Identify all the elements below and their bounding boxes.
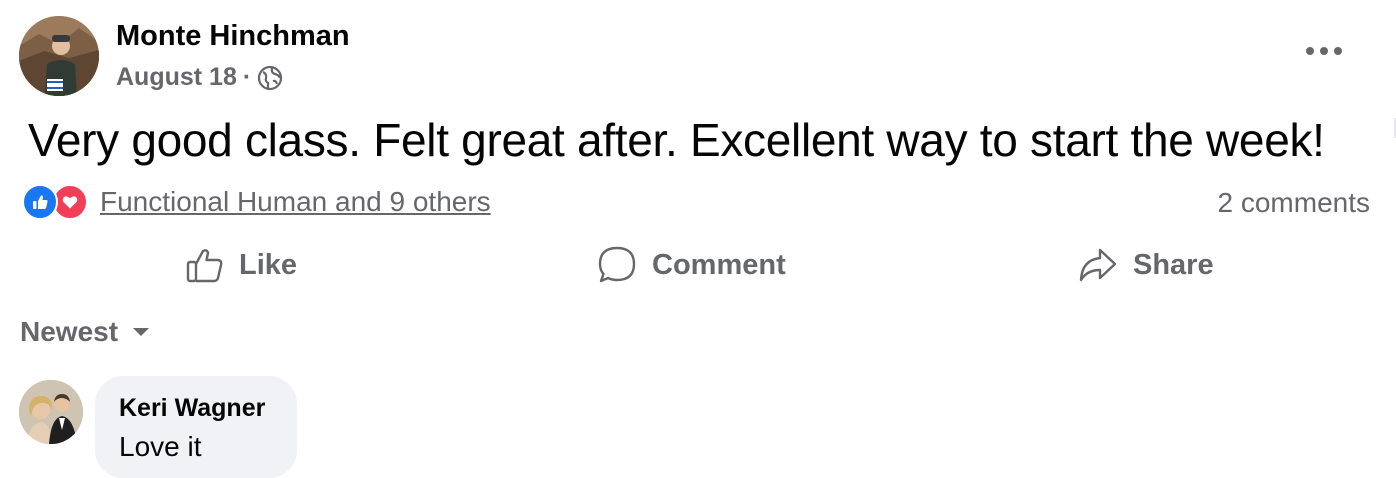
author-avatar-image [19,16,99,96]
post-date[interactable]: August 18 [116,63,237,92]
like-label: Like [239,248,298,281]
more-dot [1320,47,1328,55]
like-reaction-icon[interactable] [22,184,58,220]
post-text: Very good class. Felt great after. Excel… [28,114,1325,166]
caret-down-icon [133,328,150,336]
globe-icon[interactable] [257,65,283,91]
comment-count[interactable]: 2 comments [1218,187,1371,219]
comment-label: Comment [652,248,786,281]
comment-bubble: Keri Wagner Love it [95,376,297,478]
comment-text: Love it [119,431,202,462]
commenter-avatar-image [19,380,83,444]
share-arrow-icon [1079,248,1117,282]
share-button[interactable]: Share [1077,242,1214,288]
comment-sort-dropdown[interactable]: Newest [20,316,150,348]
post-meta: August 18 · [116,63,283,92]
meta-separator: · [242,63,252,91]
more-dot [1306,47,1314,55]
commenter-name[interactable]: Keri Wagner [119,394,273,423]
comment-button[interactable]: Comment [596,242,786,288]
reaction-names-link[interactable]: Functional Human and 9 others [100,186,491,218]
like-button[interactable]: Like [185,242,297,288]
comment-bubble-icon [598,246,636,283]
share-label: Share [1133,248,1214,281]
commenter-avatar[interactable] [19,380,83,444]
reaction-summary: Functional Human and 9 others [22,184,491,220]
more-horizontal-icon[interactable] [1306,36,1342,66]
author-name[interactable]: Monte Hinchman [116,20,350,53]
thumbs-up-icon [186,249,223,283]
author-avatar[interactable] [19,16,99,96]
sort-label: Newest [20,316,119,347]
more-dot [1334,47,1342,55]
